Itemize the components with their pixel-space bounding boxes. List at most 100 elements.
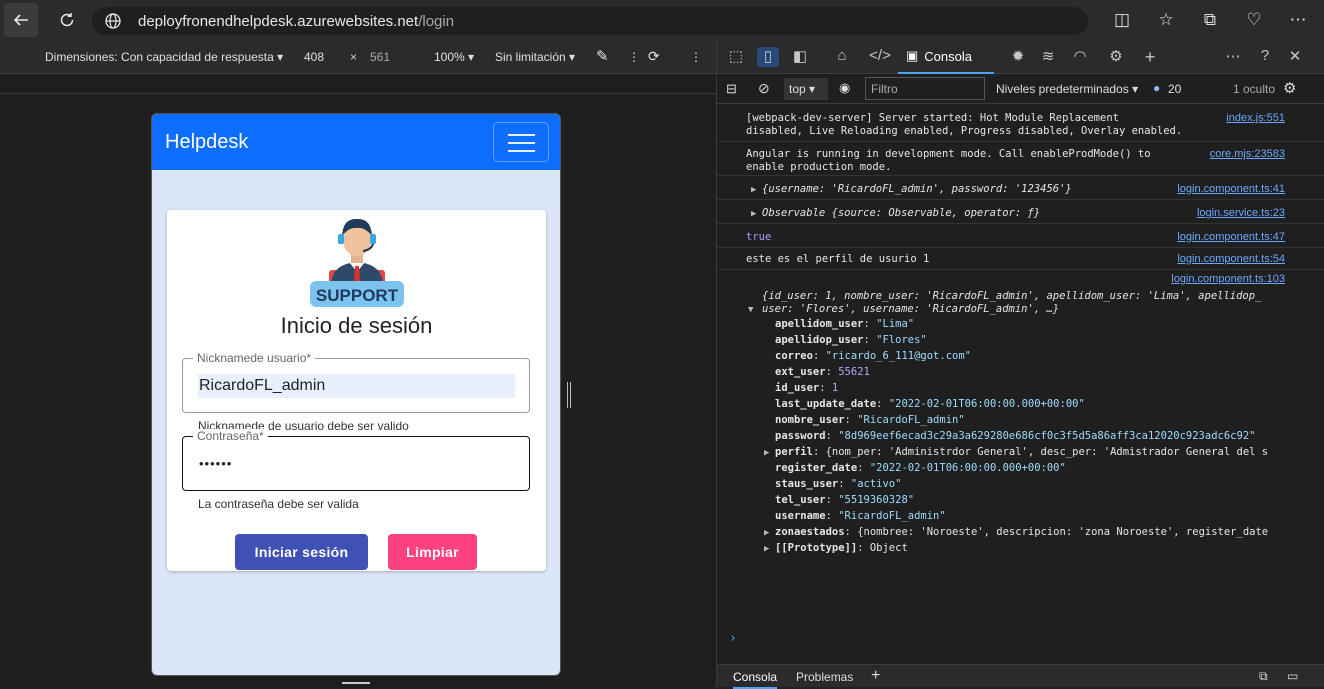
property-separator: :	[844, 526, 858, 538]
username-input[interactable]: RicardoFL_admin	[198, 374, 515, 398]
console-settings-icon[interactable]: ⚙	[1283, 79, 1296, 97]
expand-arrow-icon[interactable]: ▶	[764, 543, 769, 556]
property-value: "8d969eef6ecad3c29a3a629280e686cf0c3f5d5…	[838, 430, 1256, 442]
network-icon[interactable]: ≋	[1037, 47, 1059, 67]
device-toggle-icon[interactable]: ▯	[757, 47, 779, 67]
eye-icon[interactable]: ◉	[839, 80, 850, 96]
refresh-button[interactable]	[50, 3, 84, 37]
object-property[interactable]: ▶ zonaestados: {nombree: 'Noroeste', desc…	[764, 526, 1268, 539]
home-icon[interactable]: ⌂	[831, 47, 853, 67]
console-log: [webpack-dev-server] Server started: Hot…	[717, 104, 1324, 664]
property-separator: :	[825, 494, 839, 506]
password-input[interactable]: ••••••	[198, 452, 515, 476]
expand-arrow-icon[interactable]: ▶	[751, 208, 756, 221]
collapse-arrow-icon[interactable]: ▼	[748, 304, 753, 317]
tab-console[interactable]: ▣ Consola	[898, 40, 994, 74]
times-sign: ×	[350, 50, 358, 64]
address-bar[interactable]: deployfronendhelpdesk.azurewebsites.net /…	[92, 7, 1088, 35]
expand-arrow-icon[interactable]: ▶	[764, 447, 769, 460]
close-icon[interactable]: ✕	[1284, 47, 1306, 67]
menu-toggle-button[interactable]	[493, 122, 549, 162]
settings-gear-icon[interactable]: ⚙	[1105, 47, 1127, 67]
zoom-dropdown[interactable]: 100% ▾	[434, 50, 474, 64]
issues-icon[interactable]: ●	[1153, 81, 1160, 95]
back-button[interactable]	[4, 3, 38, 37]
console-prompt[interactable]: ›	[729, 632, 737, 645]
hamburger-line	[508, 142, 535, 144]
inspect-icon[interactable]: ⬚	[725, 47, 747, 67]
elements-icon[interactable]: </>	[869, 47, 891, 67]
eyedropper-icon[interactable]: ✎	[596, 47, 609, 65]
expand-arrow-icon[interactable]: ▶	[764, 527, 769, 540]
throttle-dropdown[interactable]: Sin limitación ▾	[495, 50, 575, 64]
log-source-link[interactable]: login.component.ts:103	[1171, 273, 1285, 286]
property-separator: :	[863, 318, 877, 330]
log-source-link[interactable]: index.js:551	[1226, 112, 1285, 125]
split-screen-icon[interactable]: ◫	[1104, 5, 1140, 35]
property-key: zonaestados	[775, 526, 845, 538]
object-property[interactable]: ▶ [[Prototype]]: Object	[764, 542, 908, 555]
property-value: {nom_per: 'Administrdor General', desc_p…	[825, 446, 1269, 458]
clear-button[interactable]: Limpiar	[388, 534, 477, 570]
log-source-link[interactable]: login.component.ts:47	[1177, 231, 1285, 244]
object-property[interactable]: ▶ perfil: {nom_per: 'Administrdor General…	[764, 446, 1269, 459]
hamburger-line	[508, 150, 535, 152]
property-key: apellidop_user	[775, 334, 864, 346]
height-field[interactable]: 561	[370, 50, 390, 64]
dock-bottom-icon[interactable]: ⧉	[1259, 669, 1268, 684]
brand-title[interactable]: Helpdesk	[165, 131, 248, 154]
property-key: staus_user	[775, 478, 839, 490]
log-message: true	[746, 231, 772, 243]
property-key: perfil	[775, 446, 813, 458]
favorites-icon[interactable]: ☆	[1148, 5, 1184, 35]
object-summary[interactable]: {id_user: 1, nombre_user: 'RicardoFL_adm…	[762, 290, 1261, 316]
issues-count[interactable]: 20	[1168, 82, 1181, 96]
rotate-icon[interactable]: ⟳	[648, 48, 660, 65]
password-field[interactable]: Contraseña* ••••••	[182, 429, 530, 491]
width-field[interactable]: 408	[304, 50, 324, 64]
property-separator: :	[844, 414, 858, 426]
password-label: Contraseña*	[193, 429, 268, 443]
more-tools-icon[interactable]: ⋯	[1222, 47, 1244, 67]
help-icon[interactable]: ?	[1254, 47, 1276, 67]
performance-icon[interactable]: ◠	[1069, 47, 1091, 67]
clear-console-icon[interactable]: ⊘	[758, 80, 770, 97]
property-key: [[Prototype]]	[775, 542, 858, 554]
add-tab-icon[interactable]: +	[1139, 47, 1161, 67]
health-icon[interactable]: ♡	[1236, 5, 1272, 35]
expand-arrow-icon[interactable]: ▶	[751, 184, 756, 197]
property-value: 55621	[838, 366, 870, 378]
login-button[interactable]: Iniciar sesión	[235, 534, 368, 570]
levels-dropdown[interactable]: Niveles predeterminados ▾	[996, 82, 1138, 96]
close-drawer-icon[interactable]: ▭	[1287, 669, 1298, 683]
sidebar-toggle-icon[interactable]: ⊟	[726, 81, 737, 97]
dock-icon[interactable]: ◧	[789, 47, 811, 67]
bottom-resize-handle[interactable]	[342, 682, 370, 684]
collections-icon[interactable]: ⧉	[1192, 5, 1228, 35]
object-property: apellidom_user: "Lima"	[775, 318, 914, 331]
resize-handle[interactable]	[567, 382, 571, 408]
drawer-tabbar: Consola Problemas + ⧉ ▭	[717, 664, 1324, 689]
log-source-link[interactable]: login.component.ts:54	[1177, 253, 1285, 266]
more-icon[interactable]: ⋯	[1280, 5, 1316, 35]
dimensions-dropdown[interactable]: Dimensiones: Con capacidad de respuesta …	[45, 50, 283, 64]
property-value: "2022-02-01T06:00:00.000+00:00"	[869, 462, 1066, 474]
username-field[interactable]: Nicknamede usuario* RicardoFL_admin	[182, 351, 530, 413]
options-dots-icon[interactable]: ⋮	[690, 50, 702, 64]
tab-console-label: Consola	[924, 48, 972, 64]
add-drawer-tab-icon[interactable]: +	[871, 667, 880, 685]
drawer-tab-console[interactable]: Consola	[733, 670, 778, 689]
log-row[interactable]: ▶ Observable {source: Observable, operat…	[717, 200, 1324, 224]
log-row: Angular is running in development mode. …	[717, 142, 1324, 176]
filter-input[interactable]: Filtro	[865, 77, 985, 100]
drawer-tab-problems[interactable]: Problemas	[796, 670, 853, 684]
console-filterbar: ⊟ ⊘ top ▾ ◉ Filtro Niveles predeterminad…	[717, 74, 1324, 104]
log-source-link[interactable]: login.service.ts:23	[1197, 207, 1285, 220]
object-property: correo: "ricardo_6_111@got.com"	[775, 350, 971, 363]
more-dots-icon[interactable]: ⋮	[628, 50, 640, 64]
log-source-link[interactable]: login.component.ts:41	[1177, 183, 1285, 196]
context-select[interactable]: top ▾	[784, 78, 828, 100]
log-source-link[interactable]: core.mjs:23583	[1210, 148, 1285, 161]
bug-icon[interactable]: ✹	[1007, 47, 1029, 67]
log-row[interactable]: ▶ {username: 'RicardoFL_admin', password…	[717, 176, 1324, 200]
